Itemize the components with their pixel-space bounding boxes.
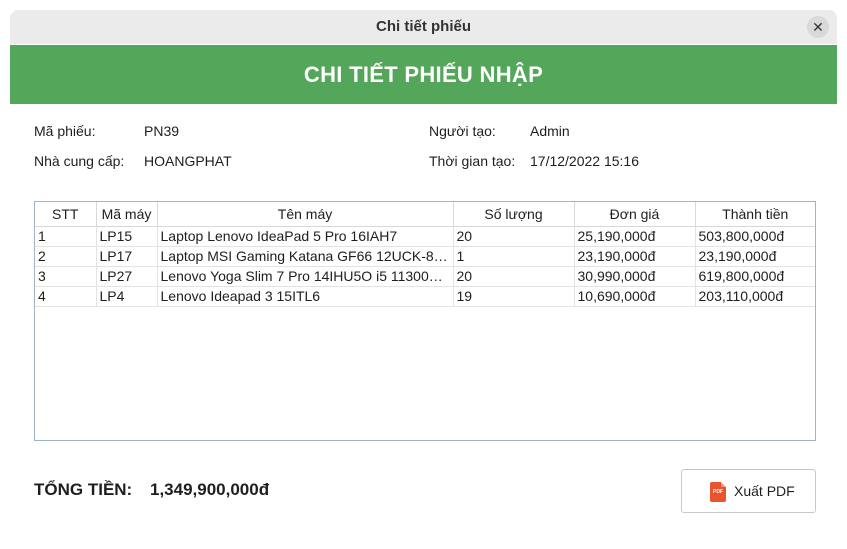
cell-so-luong: 20 [453,266,575,287]
cell-thanh-tien: 503,800,000đ [695,226,815,247]
cell-stt: 1 [35,226,97,247]
cell-stt: 4 [35,286,97,307]
column-header-ma-may[interactable]: Mã máy [96,202,158,227]
time-label: Thời gian tạo: [429,153,516,169]
cell-so-luong: 19 [453,286,575,307]
page-title: CHI TIẾT PHIẾU NHẬP [10,45,837,104]
pdf-file-icon: PDF [710,482,726,502]
cell-ma-may: LP15 [96,226,158,247]
total-label: TỔNG TIỀN: [34,480,133,499]
cell-ma-may: LP17 [96,246,158,267]
cell-stt: 2 [35,246,97,267]
supplier-value: HOANGPHAT [144,153,232,169]
cell-ten-may: Lenovo Ideapad 3 15ITL6 [157,286,454,307]
export-pdf-button[interactable]: PDF Xuất PDF [681,469,816,513]
cell-so-luong: 1 [453,246,575,267]
cell-don-gia: 10,690,000đ [574,286,696,307]
cell-thanh-tien: 23,190,000đ [695,246,815,267]
pdf-icon-text: PDF [713,489,723,495]
column-header-thanh-tien[interactable]: Thành tiền [695,202,815,227]
window-titlebar: Chi tiết phiếu ✕ [10,10,837,44]
window-title: Chi tiết phiếu [376,18,471,35]
detail-table[interactable]: STT Mã máy Tên máy Số lượng Đơn giá Thàn… [34,201,816,441]
total-value: 1,349,900,000đ [150,480,270,499]
creator-value: Admin [530,123,570,139]
cell-stt: 3 [35,266,97,287]
cell-so-luong: 20 [453,226,575,247]
cell-don-gia: 25,190,000đ [574,226,696,247]
cell-don-gia: 23,190,000đ [574,246,696,267]
cell-thanh-tien: 619,800,000đ [695,266,815,287]
column-header-stt[interactable]: STT [35,202,97,227]
table-row[interactable]: 2 LP17 Laptop MSI Gaming Katana GF66 12U… [35,246,815,267]
cell-ten-may: Laptop MSI Gaming Katana GF66 12UCK-81..… [157,246,454,267]
time-value: 17/12/2022 15:16 [530,153,639,169]
close-icon: ✕ [812,19,824,35]
code-value: PN39 [144,123,180,139]
column-header-ten-may[interactable]: Tên máy [157,202,454,227]
cell-don-gia: 30,990,000đ [574,266,696,287]
cell-ma-may: LP27 [96,266,158,287]
column-header-so-luong[interactable]: Số lượng [453,202,575,227]
table-row[interactable]: 1 LP15 Laptop Lenovo IdeaPad 5 Pro 16IAH… [35,226,815,247]
table-header-row: STT Mã máy Tên máy Số lượng Đơn giá Thàn… [35,202,815,227]
column-header-don-gia[interactable]: Đơn giá [574,202,696,227]
table-row[interactable]: 3 LP27 Lenovo Yoga Slim 7 Pro 14IHU5O i5… [35,266,815,287]
cell-thanh-tien: 203,110,000đ [695,286,815,307]
export-pdf-label: Xuất PDF [734,483,795,499]
code-label: Mã phiếu: [34,123,96,139]
cell-ten-may: Laptop Lenovo IdeaPad 5 Pro 16IAH7 [157,226,454,247]
close-button[interactable]: ✕ [807,16,829,38]
table-row[interactable]: 4 LP4 Lenovo Ideapad 3 15ITL6 19 10,690,… [35,286,815,307]
cell-ma-may: LP4 [96,286,158,307]
creator-label: Người tạo: [429,123,496,139]
supplier-label: Nhà cung cấp: [34,153,125,169]
cell-ten-may: Lenovo Yoga Slim 7 Pro 14IHU5O i5 11300H… [157,266,454,287]
